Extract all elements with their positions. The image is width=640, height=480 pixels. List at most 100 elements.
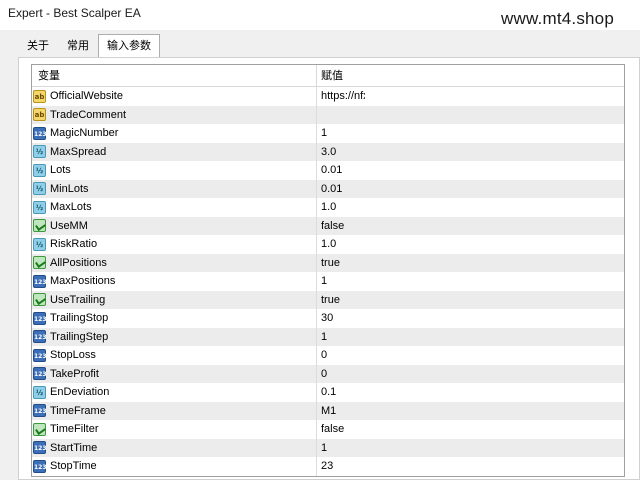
integer-type-icon: 123 bbox=[33, 459, 47, 473]
parameters-rows: ab OfficialWebsite https://nfx ab TradeComme… bbox=[32, 87, 624, 476]
string-type-icon: ab bbox=[33, 108, 46, 122]
table-row[interactable]: UseTrailing true bbox=[32, 290, 624, 310]
double-type-icon: ½ bbox=[33, 200, 46, 214]
boolean-type-icon bbox=[33, 422, 46, 436]
parameter-name: UseMM bbox=[50, 219, 88, 232]
table-row[interactable]: ½ RiskRatio 1.0 bbox=[32, 235, 624, 254]
parameter-name: AllPositions bbox=[50, 256, 107, 269]
parameter-name-cell: ½ Lots bbox=[32, 161, 317, 180]
parameter-name-cell: 123 StopLoss bbox=[32, 346, 317, 365]
tab-bar: 关于 常用 输入参数 bbox=[18, 34, 160, 57]
table-row[interactable]: 123 TrailingStop 30 bbox=[32, 309, 624, 328]
table-row[interactable]: 123 StartTime 1 bbox=[32, 438, 624, 458]
table-row[interactable]: ½ MaxLots 1.0 bbox=[32, 198, 624, 217]
column-header-variable[interactable]: 变量 bbox=[32, 65, 317, 86]
parameter-name-cell: ab TradeComment bbox=[32, 105, 317, 124]
table-row[interactable]: ½ EnDeviation 0.1 bbox=[32, 383, 624, 402]
parameter-name: MaxPositions bbox=[50, 275, 116, 288]
parameter-name: TrailingStop bbox=[50, 312, 109, 325]
parameter-value-cell[interactable]: 23 bbox=[317, 457, 624, 476]
parameter-value-cell[interactable]: 1 bbox=[317, 124, 624, 143]
tab-about[interactable]: 关于 bbox=[18, 35, 58, 57]
table-row[interactable]: 123 TakeProfit 0 bbox=[32, 364, 624, 384]
table-row[interactable]: ½ MaxSpread 3.0 bbox=[32, 142, 624, 162]
parameter-value-cell[interactable]: 3.0 bbox=[317, 143, 624, 162]
parameter-value-cell[interactable]: 30 bbox=[317, 309, 624, 328]
parameter-value-cell[interactable]: false bbox=[317, 420, 624, 439]
integer-type-icon: 123 bbox=[33, 348, 47, 362]
enum-type-icon: 123 bbox=[33, 404, 47, 418]
parameter-value-cell[interactable]: true bbox=[317, 291, 624, 310]
parameter-value-cell[interactable]: 1 bbox=[317, 328, 624, 347]
parameters-grid: 变量 赋值 ab OfficialWebsite https://nfx ab Trad… bbox=[31, 64, 625, 477]
table-row[interactable]: ab OfficialWebsite https://nfx bbox=[32, 87, 624, 106]
parameter-value-cell[interactable]: 1 bbox=[317, 439, 624, 458]
parameter-name-cell: 123 TrailingStop bbox=[32, 309, 317, 328]
parameter-name-cell: 123 TrailingStep bbox=[32, 327, 317, 346]
table-row[interactable]: TimeFilter false bbox=[32, 420, 624, 439]
table-row[interactable]: 123 StopLoss 0 bbox=[32, 346, 624, 365]
parameter-name-cell: ½ EnDeviation bbox=[32, 383, 317, 402]
parameter-name: Lots bbox=[50, 164, 71, 177]
table-row[interactable]: 123 TimeFrame M1 bbox=[32, 401, 624, 421]
parameter-name: EnDeviation bbox=[50, 386, 110, 399]
parameter-value-cell[interactable]: 1.0 bbox=[317, 198, 624, 217]
parameter-name-cell: ½ MaxLots bbox=[32, 198, 317, 217]
parameter-value-cell[interactable] bbox=[317, 106, 624, 125]
parameter-name: TradeComment bbox=[50, 108, 127, 121]
boolean-type-icon bbox=[33, 256, 46, 270]
parameter-name: UseTrailing bbox=[50, 293, 106, 306]
parameter-name-cell: 123 MagicNumber bbox=[32, 124, 317, 143]
tab-common[interactable]: 常用 bbox=[58, 35, 98, 57]
parameter-name-cell: ab OfficialWebsite bbox=[32, 87, 317, 106]
parameter-value-cell[interactable]: 0 bbox=[317, 346, 624, 365]
table-row[interactable]: 123 StopTime 23 bbox=[32, 457, 624, 476]
table-row[interactable]: 123 TrailingStep 1 bbox=[32, 327, 624, 347]
double-type-icon: ½ bbox=[33, 145, 46, 159]
parameter-name-cell: ½ MinLots bbox=[32, 179, 317, 198]
table-row[interactable]: ab TradeComment bbox=[32, 105, 624, 125]
parameter-name-cell: AllPositions bbox=[32, 253, 317, 272]
double-type-icon: ½ bbox=[33, 237, 46, 251]
parameter-name-cell: 123 TimeFrame bbox=[32, 401, 317, 420]
integer-type-icon: 123 bbox=[33, 367, 47, 381]
parameter-name-cell: UseMM bbox=[32, 216, 317, 235]
parameter-name: TimeFrame bbox=[50, 404, 106, 417]
inputs-panel: 变量 赋值 ab OfficialWebsite https://nfx ab Trad… bbox=[18, 57, 640, 480]
tab-inputs[interactable]: 输入参数 bbox=[98, 34, 160, 57]
parameter-name: MaxLots bbox=[50, 201, 92, 214]
table-row[interactable]: UseMM false bbox=[32, 216, 624, 236]
parameter-name: MinLots bbox=[50, 182, 89, 195]
parameter-value-cell[interactable]: https://nfx bbox=[317, 87, 624, 106]
boolean-type-icon bbox=[33, 219, 46, 233]
parameter-name-cell: ½ RiskRatio bbox=[32, 235, 317, 254]
parameter-value-cell[interactable]: 0.1 bbox=[317, 383, 624, 402]
parameter-value-cell[interactable]: 0 bbox=[317, 365, 624, 384]
parameter-value-cell[interactable]: 1.0 bbox=[317, 235, 624, 254]
parameter-name-cell: 123 StopTime bbox=[32, 457, 317, 476]
parameter-name: TrailingStep bbox=[50, 330, 109, 343]
parameter-value-cell[interactable]: M1 bbox=[317, 402, 624, 421]
parameter-value-cell[interactable]: 1 bbox=[317, 272, 624, 291]
integer-type-icon: 123 bbox=[33, 311, 47, 325]
table-row[interactable]: AllPositions true bbox=[32, 253, 624, 273]
grid-header: 变量 赋值 bbox=[32, 65, 624, 87]
parameter-name-cell: 123 TakeProfit bbox=[32, 364, 317, 383]
double-type-icon: ½ bbox=[33, 182, 46, 196]
table-row[interactable]: ½ MinLots 0.01 bbox=[32, 179, 624, 199]
parameter-name: OfficialWebsite bbox=[50, 90, 123, 103]
parameter-value-cell[interactable]: false bbox=[317, 217, 624, 236]
table-row[interactable]: 123 MaxPositions 1 bbox=[32, 272, 624, 291]
parameter-name: MagicNumber bbox=[50, 127, 119, 140]
integer-type-icon: 123 bbox=[33, 274, 47, 288]
table-row[interactable]: ½ Lots 0.01 bbox=[32, 161, 624, 180]
integer-type-icon: 123 bbox=[33, 441, 47, 455]
parameter-value-cell[interactable]: true bbox=[317, 254, 624, 273]
redaction-mask bbox=[365, 92, 441, 106]
parameter-value-cell[interactable]: 0.01 bbox=[317, 161, 624, 180]
table-row[interactable]: 123 MagicNumber 1 bbox=[32, 124, 624, 143]
parameter-name: RiskRatio bbox=[50, 238, 98, 251]
parameter-value-cell[interactable]: 0.01 bbox=[317, 180, 624, 199]
column-header-value[interactable]: 赋值 bbox=[317, 65, 624, 86]
parameter-name: TimeFilter bbox=[50, 423, 99, 436]
